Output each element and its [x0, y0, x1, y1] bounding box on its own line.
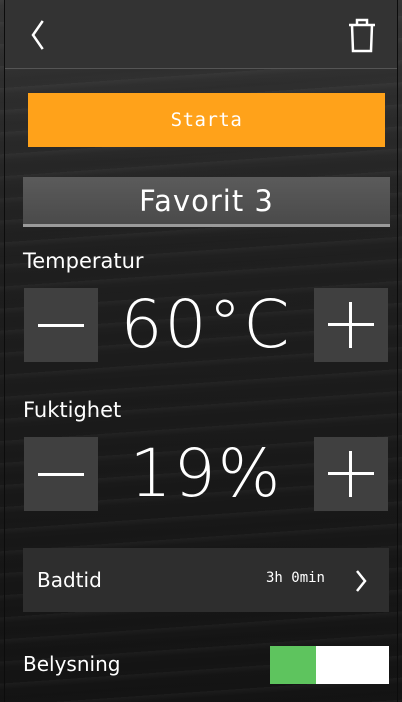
- trash-icon: [349, 18, 375, 53]
- humidity-label: Fuktighet: [23, 398, 122, 422]
- temperature-label: Temperatur: [23, 249, 144, 273]
- lighting-toggle[interactable]: [270, 646, 389, 684]
- delete-favorite-button[interactable]: [345, 15, 379, 55]
- temperature-decrease-button[interactable]: [24, 288, 98, 362]
- humidity-increase-button[interactable]: [314, 437, 388, 511]
- chevron-left-icon: [31, 20, 44, 50]
- minus-icon: [38, 323, 84, 327]
- bath-time-row[interactable]: Badtid 3h 0min: [23, 548, 389, 612]
- temperature-increase-button[interactable]: [314, 288, 388, 362]
- plus-icon: [328, 451, 374, 497]
- app-screen: Starta Favorit 3 Temperatur 60°C Fuktigh…: [0, 0, 402, 702]
- top-bar: [5, 0, 397, 69]
- lighting-label: Belysning: [23, 652, 121, 676]
- chevron-right-icon: [356, 570, 367, 592]
- humidity-decrease-button[interactable]: [24, 437, 98, 511]
- back-button[interactable]: [23, 18, 53, 52]
- toggle-on-indicator: [270, 646, 316, 684]
- temperature-value: 60°C: [120, 286, 292, 363]
- bath-time-value: 3h 0min: [265, 570, 325, 586]
- start-button[interactable]: Starta: [28, 93, 385, 147]
- favorite-name-field[interactable]: Favorit 3: [23, 177, 390, 227]
- minus-icon: [38, 472, 84, 476]
- humidity-value: 19%: [129, 435, 283, 512]
- bath-time-label: Badtid: [37, 568, 102, 592]
- plus-icon: [328, 302, 374, 348]
